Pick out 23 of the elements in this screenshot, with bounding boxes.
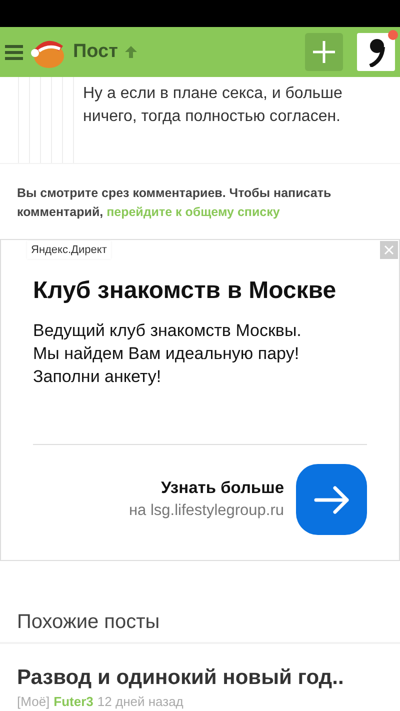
- ad-badge: Яндекс.Директ: [27, 241, 111, 259]
- notice-text: Вы смотрите срез комментариев. Чтобы написать комментарий, перейдите к общему списку: [0, 163, 400, 239]
- page-title: Пост: [73, 41, 118, 63]
- avatar-button[interactable]: [357, 33, 395, 71]
- comment-text: ничего, тогда полностью согласен.: [83, 107, 342, 127]
- section-heading: Похожие посты: [0, 611, 400, 644]
- cta-link[interactable]: Узнать больше: [160, 479, 284, 498]
- post-tag: [Моё]: [17, 694, 50, 709]
- post-title[interactable]: Развод и одинокий новый год..: [17, 666, 383, 690]
- close-icon: [384, 245, 394, 255]
- ad-text: Заполни анкету!: [33, 366, 162, 388]
- add-button[interactable]: [305, 33, 343, 71]
- ad-domain: на lsg.lifestylegroup.ru: [128, 502, 284, 520]
- menu-icon[interactable]: [5, 44, 23, 60]
- ad-text: Мы найдем Вам идеальную пару!: [33, 343, 300, 365]
- ad-text: Ведущий клуб знакомств Москвы.: [33, 320, 302, 342]
- ad-title: Клуб знакомств в Москве: [33, 277, 338, 305]
- right-arrow-icon: [314, 486, 350, 514]
- comment-text: Ну а если в плане секса, и больше: [83, 84, 342, 104]
- post-time: 12 дней назад: [97, 694, 184, 709]
- go-button[interactable]: [296, 464, 367, 535]
- up-arrow-icon[interactable]: [124, 45, 138, 59]
- plus-icon: [313, 41, 335, 63]
